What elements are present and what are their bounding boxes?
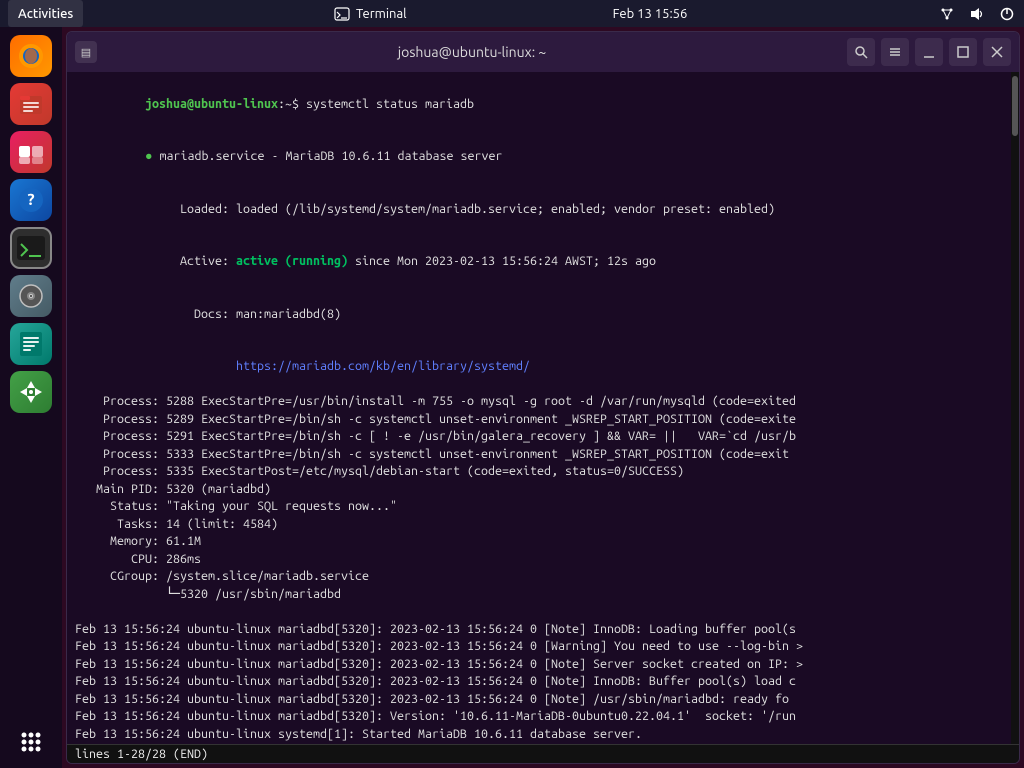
terminal-line: Feb 13 15:56:24 ubuntu-linux mariadbd[53… <box>75 673 1003 691</box>
search-button[interactable] <box>847 38 875 66</box>
terminal-line: Feb 13 15:56:24 ubuntu-linux mariadbd[53… <box>75 656 1003 674</box>
main-area: ? <box>0 27 1024 768</box>
terminal-scrollbar-thumb[interactable] <box>1012 76 1018 136</box>
terminal-line: Process: 5335 ExecStartPost=/etc/mysql/d… <box>75 463 1003 481</box>
sidebar-dock: ? <box>0 27 62 768</box>
dock-optical[interactable] <box>10 275 52 317</box>
topbar-center: Terminal Feb 13 15:56 <box>334 6 687 22</box>
terminal-line: Feb 13 15:56:24 ubuntu-linux systemd[1]:… <box>75 726 1003 744</box>
terminal-status: lines 1-28/28 (END) <box>75 747 208 761</box>
terminal-window: ▤ joshua@ubuntu-linux: ~ <box>66 31 1020 764</box>
terminal-line: Active: active (running) since Mon 2023-… <box>75 236 1003 289</box>
terminal-body[interactable]: joshua@ubuntu-linux:~$ systemctl status … <box>67 72 1011 744</box>
terminal-line: Process: 5288 ExecStartPre=/usr/bin/inst… <box>75 393 1003 411</box>
terminal-content-area: joshua@ubuntu-linux:~$ systemctl status … <box>67 72 1019 744</box>
topbar-terminal-label: Terminal <box>356 7 407 21</box>
titlebar-controls <box>847 38 1011 66</box>
dock-bottom <box>13 724 49 768</box>
terminal-bottom-bar: lines 1-28/28 (END) <box>67 744 1019 763</box>
terminal-line: https://mariadb.com/kb/en/library/system… <box>75 341 1003 394</box>
terminal-line: CPU: 286ms <box>75 551 1003 569</box>
power-icon[interactable] <box>998 5 1016 23</box>
terminal-line: joshua@ubuntu-linux:~$ systemctl status … <box>75 78 1003 131</box>
minimize-button[interactable] <box>915 38 943 66</box>
terminal-line: Feb 13 15:56:24 ubuntu-linux mariadbd[53… <box>75 638 1003 656</box>
terminal-line: Docs: man:mariadbd(8) <box>75 288 1003 341</box>
app-grid-button[interactable] <box>13 724 49 760</box>
dock-files[interactable] <box>10 83 52 125</box>
terminal-line: Memory: 61.1M <box>75 533 1003 551</box>
activities-button[interactable]: Activities <box>8 0 83 27</box>
terminal-line <box>75 603 1003 621</box>
terminal-title: joshua@ubuntu-linux: ~ <box>103 44 841 60</box>
dock-firefox[interactable] <box>10 35 52 77</box>
topbar: Activities Terminal Feb 13 15:56 <box>0 0 1024 27</box>
dock-software[interactable] <box>10 131 52 173</box>
svg-text:?: ? <box>27 191 34 209</box>
terminal-line: ● mariadb.service - MariaDB 10.6.11 data… <box>75 131 1003 184</box>
menu-button[interactable] <box>881 38 909 66</box>
terminal-line: Process: 5289 ExecStartPre=/bin/sh -c sy… <box>75 411 1003 429</box>
volume-icon[interactable] <box>968 5 986 23</box>
terminal-line: Process: 5291 ExecStartPre=/bin/sh -c [ … <box>75 428 1003 446</box>
topbar-datetime: Feb 13 15:56 <box>613 7 688 21</box>
terminal-line: Feb 13 15:56:24 ubuntu-linux mariadbd[53… <box>75 708 1003 726</box>
terminal-line: └─5320 /usr/sbin/mariadbd <box>75 586 1003 604</box>
topbar-right <box>938 5 1016 23</box>
network-icon[interactable] <box>938 5 956 23</box>
terminal-scrollbar[interactable] <box>1011 72 1019 744</box>
maximize-button[interactable] <box>949 38 977 66</box>
terminal-line: Status: "Taking your SQL requests now...… <box>75 498 1003 516</box>
terminal-icon <box>334 6 350 22</box>
terminal-line: CGroup: /system.slice/mariadb.service <box>75 568 1003 586</box>
terminal-line: Main PID: 5320 (mariadbd) <box>75 481 1003 499</box>
terminal-line: Feb 13 15:56:24 ubuntu-linux mariadbd[53… <box>75 621 1003 639</box>
dock-help[interactable]: ? <box>10 179 52 221</box>
terminal-tab-icon: ▤ <box>75 41 97 63</box>
terminal-line: Tasks: 14 (limit: 4584) <box>75 516 1003 534</box>
close-button[interactable] <box>983 38 1011 66</box>
dock-text-editor[interactable] <box>10 323 52 365</box>
activities-label: Activities <box>18 7 73 21</box>
terminal-titlebar: ▤ joshua@ubuntu-linux: ~ <box>67 32 1019 72</box>
terminal-line: Feb 13 15:56:24 ubuntu-linux mariadbd[53… <box>75 691 1003 709</box>
terminal-line: Process: 5333 ExecStartPre=/bin/sh -c sy… <box>75 446 1003 464</box>
dock-recycle[interactable] <box>10 371 52 413</box>
dock-terminal[interactable] <box>10 227 52 269</box>
terminal-line: Loaded: loaded (/lib/systemd/system/mari… <box>75 183 1003 236</box>
titlebar-left: ▤ <box>75 41 97 63</box>
